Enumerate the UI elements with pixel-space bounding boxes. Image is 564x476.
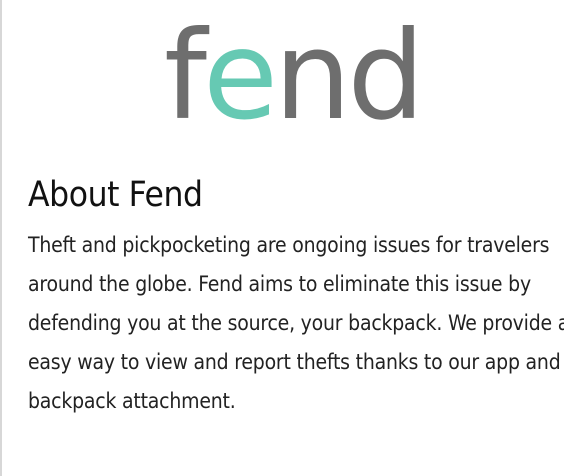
about-description-line-3: defending you at the source, your backpa… <box>28 311 564 335</box>
about-description-line-4: easy way to view and report thefts thank… <box>28 350 561 374</box>
about-description: Theft and pickpocketing are ongoing issu… <box>28 226 564 421</box>
logo-letter-e: e <box>202 5 278 147</box>
about-description-line-2: around the globe. Fend aims to eliminate… <box>28 272 531 296</box>
left-divider <box>0 0 2 476</box>
about-description-line-1: Theft and pickpocketing are ongoing issu… <box>28 233 550 257</box>
about-title: About Fend <box>28 175 203 215</box>
logo-letter-d: d <box>347 5 424 147</box>
logo-letter-f: f <box>164 5 207 147</box>
about-description-line-5: backpack attachment. <box>28 389 236 413</box>
logo-letter-n: n <box>274 5 351 147</box>
fend-logo: f e n d <box>164 5 425 147</box>
